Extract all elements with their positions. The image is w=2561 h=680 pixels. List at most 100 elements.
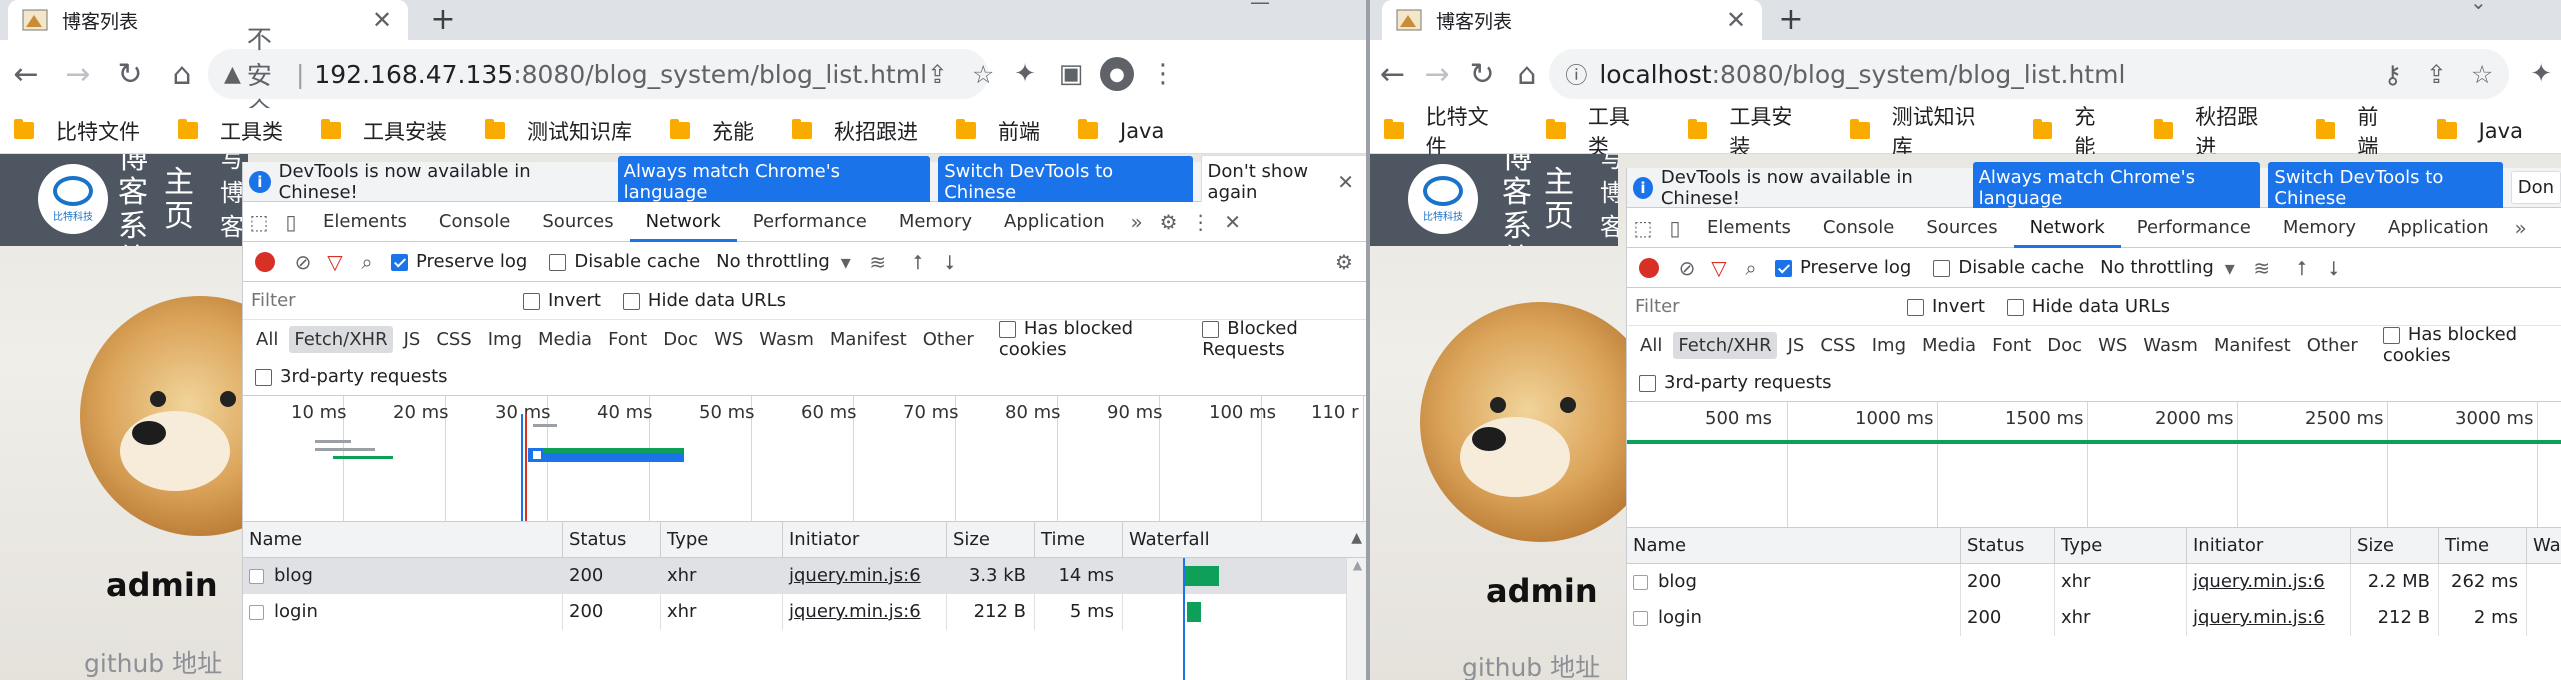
- back-icon[interactable]: ←: [0, 57, 52, 92]
- checkbox[interactable]: [1933, 259, 1951, 277]
- home-icon[interactable]: ⌂: [156, 57, 208, 92]
- settings-gear-icon[interactable]: ⚙: [1153, 210, 1185, 234]
- checkbox[interactable]: [523, 292, 540, 310]
- devtools-tab-elements[interactable]: Elements: [1691, 208, 1807, 248]
- nav-home-link[interactable]: 主页: [164, 166, 198, 234]
- clear-icon[interactable]: ⊘: [287, 250, 319, 274]
- type-filter-font[interactable]: Font: [603, 326, 652, 353]
- github-link[interactable]: github 地址: [84, 644, 222, 680]
- devtools-tab-memory[interactable]: Memory: [2267, 208, 2372, 248]
- more-tabs-icon[interactable]: »: [1121, 210, 1153, 234]
- key-icon[interactable]: ⚷: [2384, 60, 2402, 89]
- preserve-log-checkbox[interactable]: Preserve log: [1775, 257, 1911, 278]
- nav-home-link[interactable]: 主页: [1544, 166, 1578, 234]
- cell-initiator[interactable]: jquery.min.js:6: [2187, 600, 2351, 636]
- extensions-icon[interactable]: ✦: [1002, 59, 1048, 89]
- bookmark-star-icon[interactable]: ☆: [972, 60, 994, 89]
- bookmark-item[interactable]: 充能: [2032, 101, 2116, 161]
- bookmark-item[interactable]: 前端: [956, 116, 1040, 146]
- type-filter-wasm[interactable]: Wasm: [754, 326, 819, 353]
- switch-devtools-chinese-button[interactable]: Switch DevTools to Chinese: [938, 155, 1193, 208]
- type-filter-manifest[interactable]: Manifest: [825, 326, 912, 353]
- share-icon[interactable]: ⇪: [2426, 60, 2447, 89]
- forward-icon[interactable]: →: [52, 57, 104, 92]
- browser-tab[interactable]: 博客列表 ✕: [1382, 0, 1762, 40]
- bookmark-item[interactable]: 充能: [670, 116, 754, 146]
- request-name[interactable]: blog: [274, 565, 313, 586]
- table-row[interactable]: login 200 xhr jquery.min.js:6 212 B 2 ms: [1627, 600, 2561, 636]
- close-devtools-icon[interactable]: ✕: [1217, 210, 1249, 234]
- checkbox[interactable]: [549, 253, 567, 271]
- type-filter-manifest[interactable]: Manifest: [2209, 332, 2296, 359]
- checkbox[interactable]: [998, 320, 1016, 338]
- checkbox[interactable]: [622, 292, 640, 310]
- bookmark-item[interactable]: 工具类: [178, 116, 283, 146]
- address-bar[interactable]: ▲ 不安全 | 192.168.47.135 :8080/blog_system…: [208, 25, 994, 126]
- devtools-tab-sources[interactable]: Sources: [526, 202, 629, 242]
- devtools-tab-application[interactable]: Application: [988, 202, 1121, 242]
- bookmark-item[interactable]: 测试知识库: [485, 116, 632, 146]
- type-filter-all[interactable]: All: [1635, 332, 1667, 359]
- inspect-element-icon[interactable]: ⬚: [243, 210, 275, 234]
- browser-tab[interactable]: 博客列表 ✕: [8, 0, 408, 40]
- chevron-down-icon[interactable]: ⌄: [2470, 0, 2487, 14]
- bookmark-item[interactable]: 工具安装: [1687, 101, 1812, 161]
- bookmark-item[interactable]: 比特文件: [14, 116, 140, 146]
- invert-checkbox[interactable]: Invert: [1907, 296, 1985, 317]
- sort-arrow-icon[interactable]: ▲: [1351, 530, 1362, 546]
- upload-icon[interactable]: ⭡: [2286, 256, 2318, 280]
- checkbox[interactable]: [1202, 320, 1220, 338]
- bookmark-item[interactable]: 比特文件: [1384, 101, 1508, 161]
- type-filter-media[interactable]: Media: [1917, 332, 1981, 359]
- hide-data-urls-checkbox[interactable]: Hide data URLs: [622, 290, 786, 311]
- type-filter-doc[interactable]: Doc: [2042, 332, 2087, 359]
- profile-avatar[interactable]: ●: [1100, 57, 1134, 91]
- cell-text[interactable]: jquery.min.js:6: [2193, 571, 2325, 592]
- record-icon[interactable]: [255, 251, 275, 272]
- more-tabs-icon[interactable]: »: [2505, 216, 2537, 240]
- close-banner-icon[interactable]: ✕: [1337, 170, 1354, 194]
- devtools-tab-performance[interactable]: Performance: [2121, 208, 2267, 248]
- column-header-type[interactable]: Type: [661, 522, 783, 557]
- share-icon[interactable]: ⇪: [927, 60, 948, 89]
- devtools-tab-sources[interactable]: Sources: [1910, 208, 2013, 248]
- reload-icon[interactable]: ↻: [1460, 57, 1505, 92]
- bookmark-item[interactable]: Java: [1078, 119, 1164, 143]
- always-match-language-button[interactable]: Always match Chrome's language: [617, 155, 931, 208]
- github-link[interactable]: github 地址: [1462, 648, 1600, 680]
- checkbox[interactable]: [1907, 298, 1924, 316]
- checkbox[interactable]: [255, 368, 272, 386]
- vertical-scrollbar[interactable]: ▲: [1346, 558, 1368, 680]
- bookmark-item[interactable]: 工具安装: [321, 116, 447, 146]
- column-header-initiator[interactable]: Initiator: [783, 522, 947, 557]
- type-filter-img[interactable]: Img: [483, 326, 527, 353]
- switch-devtools-chinese-button[interactable]: Switch DevTools to Chinese: [2268, 161, 2503, 214]
- has-blocked-cookies-checkbox[interactable]: Has blocked cookies: [2382, 324, 2561, 366]
- close-tab-icon[interactable]: ✕: [1724, 6, 1748, 34]
- bookmark-item[interactable]: Java: [2436, 119, 2523, 143]
- table-row[interactable]: login 200 xhr jquery.min.js:6 212 B 5 ms: [243, 594, 1368, 630]
- scroll-up-icon[interactable]: ▲: [1347, 558, 1368, 572]
- device-toolbar-icon[interactable]: ▯: [275, 210, 307, 234]
- invert-checkbox[interactable]: Invert: [523, 290, 601, 311]
- third-party-checkbox[interactable]: 3rd-party requests: [255, 366, 448, 387]
- checkbox[interactable]: [2382, 326, 2400, 344]
- cell-text[interactable]: jquery.min.js:6: [789, 601, 921, 622]
- devtools-tab-elements[interactable]: Elements: [307, 202, 423, 242]
- bookmark-item[interactable]: 测试知识库: [1849, 101, 1995, 161]
- type-filter-css[interactable]: CSS: [431, 326, 476, 353]
- devtools-tab-console[interactable]: Console: [423, 202, 526, 242]
- devtools-tab-memory[interactable]: Memory: [883, 202, 988, 242]
- disable-cache-checkbox[interactable]: Disable cache: [1933, 257, 2084, 278]
- filter-funnel-icon[interactable]: ▽: [1703, 256, 1735, 280]
- reload-icon[interactable]: ↻: [104, 57, 156, 92]
- throttling-select[interactable]: No throttling: [716, 251, 830, 272]
- back-icon[interactable]: ←: [1370, 57, 1415, 92]
- inspect-element-icon[interactable]: ⬚: [1627, 216, 1659, 240]
- devtools-menu-icon[interactable]: ⋮: [1185, 210, 1217, 234]
- has-blocked-cookies-checkbox[interactable]: Has blocked cookies: [998, 318, 1186, 360]
- column-header-name[interactable]: Name: [1627, 528, 1961, 563]
- network-settings-icon[interactable]: ⚙: [1328, 250, 1360, 274]
- column-header-size[interactable]: Size: [2351, 528, 2439, 563]
- bookmark-star-icon[interactable]: ☆: [2471, 60, 2493, 89]
